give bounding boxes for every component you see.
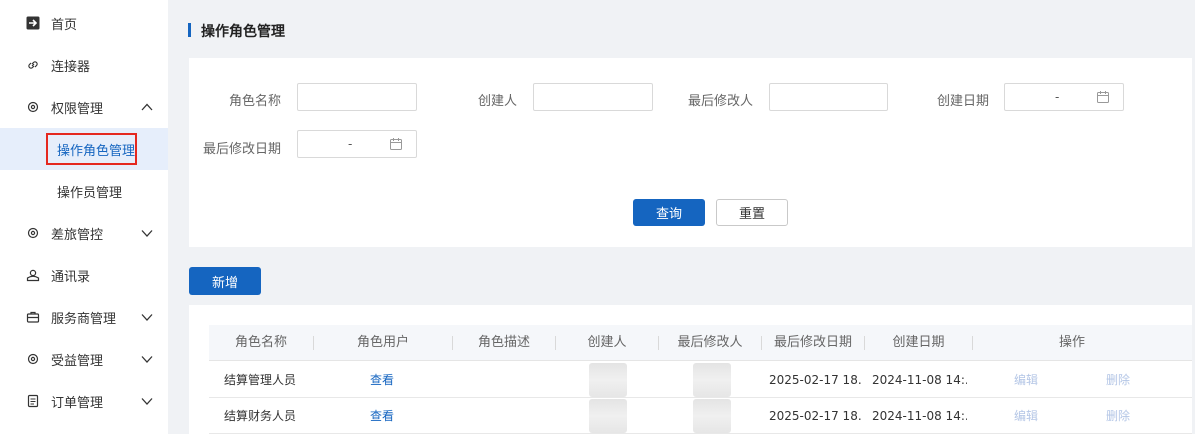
column-header: 操作 <box>1058 335 1085 350</box>
chevron-down-icon[interactable] <box>140 226 154 240</box>
active-highlight-box <box>46 133 137 165</box>
page-title: 操作角色管理 <box>201 24 285 40</box>
column-header: 角色用户 <box>356 335 409 350</box>
edit-link[interactable]: 编辑 <box>1014 398 1044 434</box>
create-date-cell: 2024-11-08 14:... <box>872 373 967 387</box>
view-users-link[interactable]: 查看 <box>370 362 410 398</box>
link-icon <box>26 58 40 72</box>
add-button[interactable]: 新增 <box>189 267 261 295</box>
plane-icon <box>26 16 40 30</box>
chevron-down-icon[interactable] <box>140 352 154 366</box>
sidebar-item-contacts[interactable]: 通讯录 <box>0 254 168 296</box>
creator-label: 创建人 <box>477 94 517 109</box>
creator-cell-redacted <box>589 363 627 397</box>
column-header: 创建人 <box>587 335 627 350</box>
gear-icon <box>26 352 40 366</box>
view-users-link[interactable]: 查看 <box>370 398 410 434</box>
sidebar-item-home[interactable]: 首页 <box>0 2 168 44</box>
chevron-down-icon[interactable] <box>140 310 154 324</box>
sidebar-item-orders[interactable]: 订单管理 <box>0 380 168 422</box>
sidebar-item-benefit[interactable]: 受益管理 <box>0 338 168 380</box>
role-table-panel: 角色名称 角色用户 角色描述 创建人 最后修改人 最后修改日期 创建日期 操作 … <box>189 305 1192 434</box>
calendar-icon <box>1097 91 1109 103</box>
edit-link[interactable]: 编辑 <box>1014 362 1044 398</box>
table-header: 角色名称 角色用户 角色描述 创建人 最后修改人 最后修改日期 创建日期 操作 <box>209 325 1192 361</box>
last-modified-date-range-picker[interactable]: - <box>297 130 417 158</box>
sidebar-item-label: 首页 <box>51 17 78 33</box>
column-header: 最后修改人 <box>677 335 743 350</box>
sidebar-item-label: 订单管理 <box>51 395 104 411</box>
last-modifier-cell-redacted <box>693 363 731 397</box>
last-modifier-input[interactable] <box>769 83 888 111</box>
role-name-label: 角色名称 <box>228 94 281 109</box>
date-range-separator: - <box>348 137 353 151</box>
last-modified-date-label: 最后修改日期 <box>202 142 281 157</box>
reset-button[interactable]: 重置 <box>716 199 788 226</box>
create-date-range-picker[interactable]: - <box>1004 83 1124 111</box>
sidebar: 首页 连接器 权限管理 操作角色管理 操作员管理 差旅管控 通讯录 服务商管理 … <box>0 0 168 434</box>
gear-icon <box>26 100 40 114</box>
delete-link[interactable]: 删除 <box>1106 362 1136 398</box>
filter-panel: 角色名称 创建人 最后修改人 创建日期 - 最后修改日期 - 查询 重置 <box>189 58 1192 247</box>
date-range-separator: - <box>1055 90 1060 104</box>
role-name-cell: 结算管理人员 <box>224 373 297 387</box>
column-header: 创建日期 <box>892 335 945 350</box>
last-modified-date-cell: 2025-02-17 18... <box>769 373 861 387</box>
description-cell <box>459 398 549 434</box>
role-name-cell: 结算财务人员 <box>224 409 297 423</box>
column-header: 角色名称 <box>234 335 287 350</box>
description-cell <box>459 362 549 398</box>
create-date-cell: 2024-11-08 14:... <box>872 409 967 423</box>
contacts-icon <box>26 268 40 282</box>
sidebar-item-operator[interactable]: 操作员管理 <box>0 170 168 212</box>
create-date-label: 创建日期 <box>936 94 989 109</box>
sidebar-item-label: 权限管理 <box>51 101 104 117</box>
sidebar-item-permission[interactable]: 权限管理 <box>0 86 168 128</box>
table-row: 结算财务人员 查看 2025-02-17 18... 2024-11-08 14… <box>209 398 1192 434</box>
chevron-up-icon[interactable] <box>140 100 154 114</box>
sidebar-item-label: 通讯录 <box>51 269 91 285</box>
sidebar-item-label: 受益管理 <box>51 353 104 369</box>
query-button[interactable]: 查询 <box>633 199 705 226</box>
column-header: 角色描述 <box>477 335 530 350</box>
chevron-down-icon[interactable] <box>140 394 154 408</box>
page-header: 操作角色管理 <box>168 0 1195 58</box>
sidebar-item-label: 操作员管理 <box>57 185 123 201</box>
briefcase-icon <box>26 310 40 324</box>
sidebar-item-label: 连接器 <box>51 59 91 75</box>
title-accent-bar <box>188 23 191 37</box>
sidebar-item-service-provider[interactable]: 服务商管理 <box>0 296 168 338</box>
delete-link[interactable]: 删除 <box>1106 398 1136 434</box>
sidebar-item-connector[interactable]: 连接器 <box>0 44 168 86</box>
role-name-input[interactable] <box>297 83 417 111</box>
sidebar-item-travel-control[interactable]: 差旅管控 <box>0 212 168 254</box>
gear-icon <box>26 226 40 240</box>
calendar-icon <box>390 138 402 150</box>
document-icon <box>26 394 40 408</box>
column-header: 最后修改日期 <box>773 335 852 350</box>
last-modifier-cell-redacted <box>693 399 731 433</box>
creator-cell-redacted <box>589 399 627 433</box>
table-row: 结算管理人员 查看 2025-02-17 18... 2024-11-08 14… <box>209 362 1192 398</box>
last-modified-date-cell: 2025-02-17 18... <box>769 409 861 423</box>
sidebar-item-label: 差旅管控 <box>51 227 104 243</box>
sidebar-item-label: 服务商管理 <box>51 311 117 327</box>
last-modifier-label: 最后修改人 <box>687 94 753 109</box>
creator-input[interactable] <box>533 83 653 111</box>
